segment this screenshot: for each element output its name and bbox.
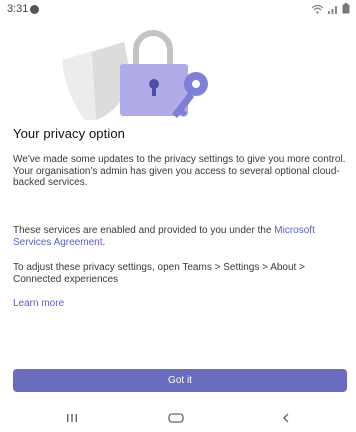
- lock-shackle: [133, 30, 173, 66]
- privacy-illustration: [44, 20, 256, 124]
- learn-more-link[interactable]: Learn more: [13, 298, 64, 309]
- page-title: Your privacy option: [13, 126, 125, 141]
- wifi-icon: [311, 4, 324, 14]
- status-time: 3:31: [7, 3, 29, 15]
- signal-icon: [328, 5, 337, 14]
- services-paragraph-suffix: .: [102, 236, 106, 248]
- home-icon[interactable]: [167, 412, 185, 424]
- system-navigation-bar: [0, 408, 356, 432]
- got-it-button[interactable]: Got it: [13, 369, 347, 392]
- adjust-settings-paragraph: To adjust these privacy settings, open T…: [13, 262, 305, 285]
- notification-dot-icon: [30, 5, 39, 14]
- recent-apps-icon[interactable]: [65, 412, 79, 424]
- services-paragraph-prefix: These services are enabled and provided …: [13, 225, 275, 236]
- status-icons: [311, 3, 350, 14]
- lock-and-key-illustration: [62, 30, 208, 124]
- battery-icon: [342, 3, 350, 14]
- back-icon[interactable]: [280, 412, 292, 424]
- privacy-update-paragraph: We've made some updates to the privacy s…: [13, 154, 346, 188]
- status-bar: 3:31: [0, 0, 356, 20]
- services-paragraph: These services are enabled and provided …: [13, 225, 349, 248]
